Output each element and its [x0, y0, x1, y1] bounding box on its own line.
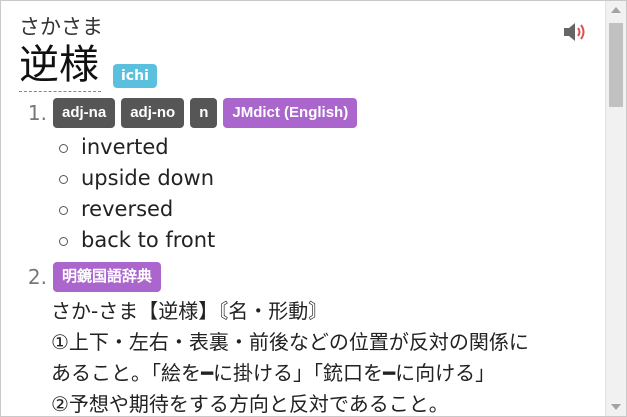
scroll-down-arrow-icon[interactable]: [611, 404, 621, 410]
sense-1-header: 1. adj-na adj-no n JMdict (English): [19, 98, 601, 128]
scroll-up-arrow-icon[interactable]: [611, 7, 621, 13]
dictionary-tag-jmdict: JMdict (English): [223, 98, 358, 128]
definition-line: あること。「絵を━に掛ける」「銃口を━に向ける」: [51, 361, 496, 385]
gloss-item: reversed: [59, 194, 601, 225]
pos-tag-adj-no: adj-no: [121, 98, 185, 128]
gloss-item: upside down: [59, 163, 601, 194]
definition-line: ②予想や期待をする方向と反対であること。: [51, 392, 449, 416]
definition-line: ①上下・左右・表裏・前後などの位置が反対の関係に: [51, 330, 529, 354]
sense-number: 2.: [27, 265, 47, 289]
gloss-item: back to front: [59, 225, 601, 256]
entry-content: さかさま 逆様 ichi 1. adj-na adj-no n JMdict (…: [19, 15, 601, 416]
dictionary-popup: さかさま 逆様 ichi 1. adj-na adj-no n JMdict (…: [0, 0, 627, 417]
scrollbar-thumb[interactable]: [609, 23, 623, 107]
vertical-scrollbar[interactable]: [605, 1, 626, 416]
gloss-list: inverted upside down reversed back to fr…: [19, 132, 601, 256]
pos-tag-adj-na: adj-na: [53, 98, 116, 128]
entry-reading: さかさま: [19, 15, 103, 39]
speaker-icon[interactable]: [562, 21, 590, 43]
entry-header: 逆様 ichi: [19, 41, 601, 92]
entry-expression[interactable]: 逆様: [19, 41, 101, 92]
pos-tag-n: n: [190, 98, 218, 128]
sense-2-header: 2. 明鏡国語辞典: [19, 262, 601, 292]
definition-line: さか-さま【逆様】〘名・形動〙: [51, 299, 329, 323]
gloss-item: inverted: [59, 132, 601, 163]
frequency-tag: ichi: [113, 64, 157, 88]
dictionary-tag-meikyo: 明鏡国語辞典: [53, 262, 162, 292]
definition-text: さか-さま【逆様】〘名・形動〙 ①上下・左右・表裏・前後などの位置が反対の関係に…: [19, 296, 601, 416]
sense-number: 1.: [27, 101, 47, 125]
